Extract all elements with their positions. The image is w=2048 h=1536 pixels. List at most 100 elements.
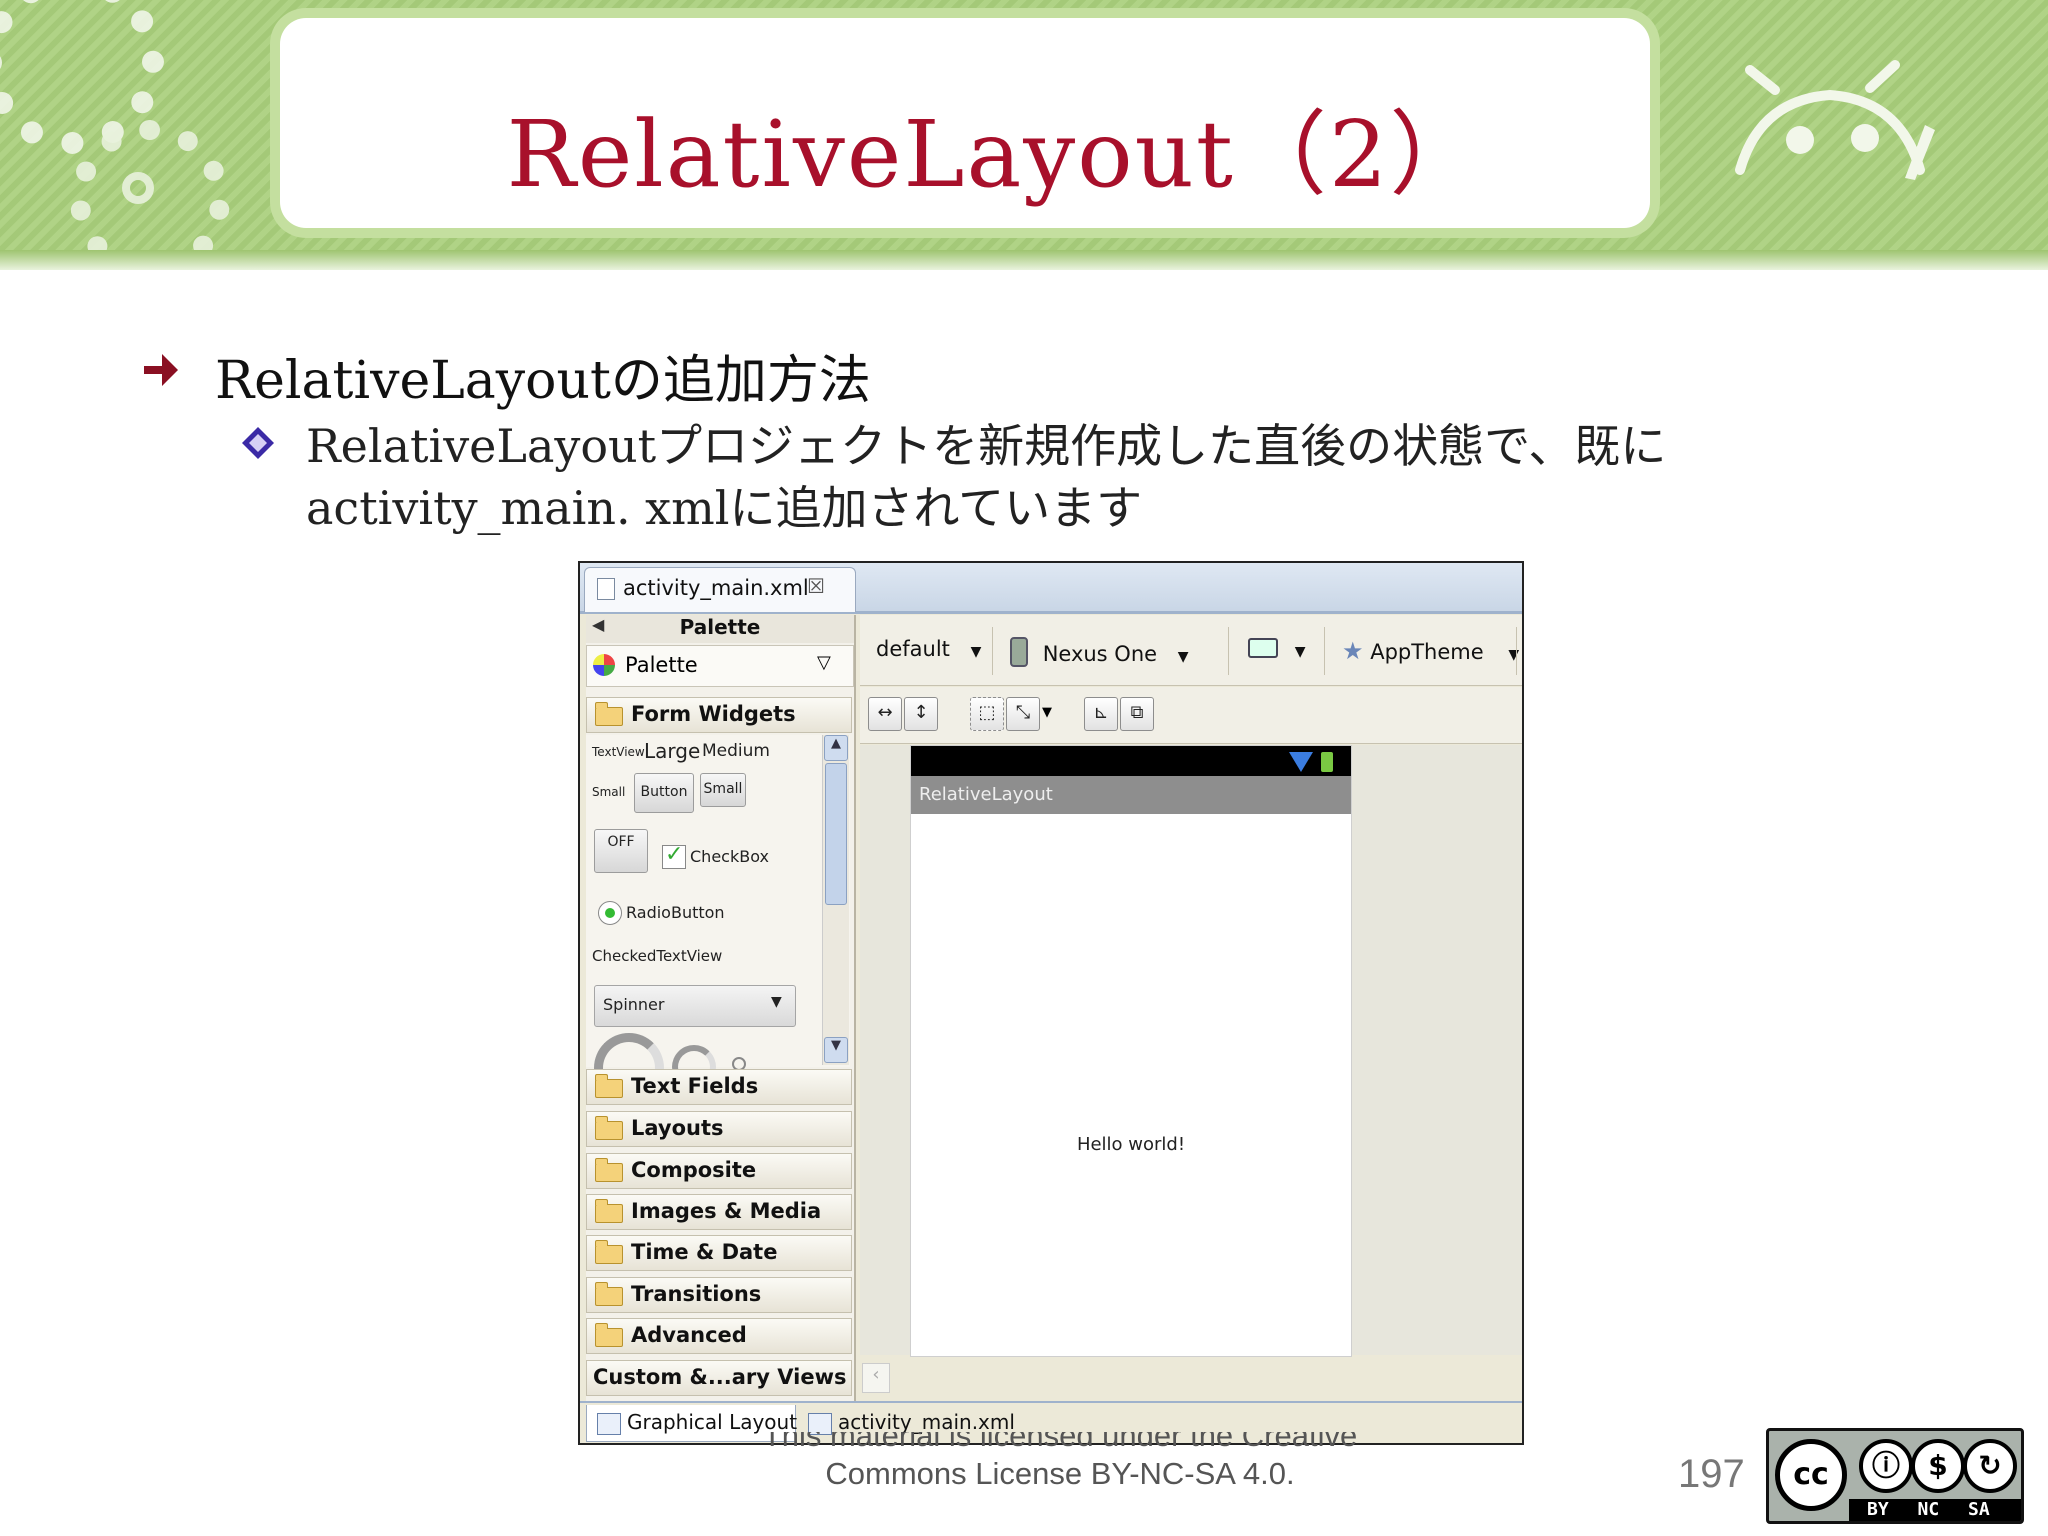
license-line1: This material is licensed under the Crea… — [762, 1432, 1358, 1453]
config-label: default — [876, 637, 950, 661]
toolbar-separator — [1228, 627, 1229, 675]
theme-dropdown[interactable]: ★ AppTheme ▼ — [1342, 637, 1519, 665]
widget-small-button[interactable]: Small — [700, 773, 746, 807]
close-icon[interactable]: ☒ — [807, 574, 825, 598]
chevron-left-icon[interactable]: ‹ — [862, 1363, 890, 1393]
open-folder-icon — [595, 702, 623, 726]
toolbar-separator — [992, 627, 993, 675]
category-custom-library-views[interactable]: Custom &...ary Views — [586, 1360, 852, 1396]
rotate-screen-icon — [1248, 638, 1278, 658]
chevron-down-icon: ▽ — [817, 652, 831, 673]
fill-width-icon[interactable]: ↔ — [868, 697, 902, 731]
spinner-label: Spinner — [603, 995, 665, 1014]
device-label: Nexus One — [1042, 642, 1158, 666]
category-advanced[interactable]: Advanced — [586, 1318, 852, 1354]
widget-toggle-button[interactable]: OFF — [594, 829, 648, 873]
widget-radiobutton[interactable]: RadioButton — [626, 903, 725, 922]
widget-textview[interactable]: TextView — [592, 745, 645, 759]
device-preview[interactable]: RelativeLayout Hello world! — [910, 745, 1352, 1357]
category-label: Layouts — [631, 1116, 724, 1140]
slide-header: RelativeLayout（2） — [0, 0, 2048, 270]
gravity-icon[interactable]: ⤡ — [1006, 697, 1040, 731]
wifi-icon — [1289, 752, 1313, 772]
toolbar-separator — [1324, 627, 1325, 675]
widget-large-text[interactable]: Large — [644, 739, 700, 763]
triangle-down-icon: ▼ — [970, 644, 982, 660]
widget-medium-text[interactable]: Medium — [702, 741, 770, 761]
widget-spinner[interactable]: Spinner ▼ — [594, 985, 796, 1027]
person-icon: ⓘ — [1859, 1439, 1913, 1493]
orientation-dropdown[interactable]: ▼ — [1248, 637, 1305, 661]
license-text: This material is licensed under the Crea… — [720, 1432, 1400, 1494]
widget-checkbox[interactable]: CheckBox — [690, 847, 769, 866]
bullet-level1-text: RelativeLayoutの追加方法 — [215, 351, 871, 411]
form-widgets-list: TextView Large Medium Small Button Small… — [586, 735, 850, 1103]
folder-icon — [595, 1074, 623, 1098]
category-layouts[interactable]: Layouts — [586, 1111, 852, 1147]
scroll-up-icon[interactable]: ▲ — [824, 735, 848, 761]
cc-terms: BY NC SA — [1849, 1499, 2021, 1521]
palette-icon — [593, 654, 615, 676]
category-form-widgets[interactable]: Form Widgets — [586, 697, 852, 733]
align-baseline-icon[interactable]: ⊾ — [1084, 697, 1118, 731]
triangle-down-icon[interactable]: ▼ — [1042, 705, 1052, 720]
xml-file-icon — [597, 578, 615, 600]
folder-icon — [595, 1158, 623, 1182]
bullet-level2-text: RelativeLayoutプロジェクトを新規作成した直後の状態で、既に act… — [306, 419, 1667, 535]
distribute-icon[interactable]: ⧉ — [1120, 697, 1154, 731]
triangle-down-icon: ▼ — [1177, 649, 1189, 665]
action-bar: RelativeLayout — [911, 776, 1351, 814]
palette-header-label: Palette — [679, 615, 761, 639]
scroll-down-icon[interactable]: ▼ — [824, 1037, 848, 1063]
license-line2: Commons License BY-NC-SA 4.0. — [825, 1456, 1295, 1491]
margins-icon[interactable]: ⬚ — [970, 697, 1004, 731]
config-toolbar: default ▼ Nexus One ▼ ▼ ★ AppTheme ▼ — [860, 615, 1522, 686]
layout-actions-toolbar: ↔ ↕ ⬚ ⤡ ▼ ⊾ ⧉ — [860, 687, 1522, 744]
slide-title: RelativeLayout（2） — [506, 101, 1484, 208]
design-canvas[interactable]: RelativeLayout Hello world! — [860, 745, 1522, 1357]
phone-icon — [1010, 637, 1028, 667]
toolbar-separator — [1516, 627, 1517, 675]
category-transitions[interactable]: Transitions — [586, 1277, 852, 1313]
fill-height-icon[interactable]: ↕ — [904, 697, 938, 731]
canvas-horizontal-scrollbar[interactable]: ‹ — [860, 1357, 1522, 1397]
tab-label: activity_main.xml — [838, 1410, 1015, 1434]
config-dropdown[interactable]: default ▼ — [876, 637, 981, 661]
editor-tab-activity-main[interactable]: activity_main.xml ☒ — [584, 567, 856, 612]
hello-world-textview[interactable]: Hello world! — [911, 1134, 1351, 1155]
folder-icon — [595, 1323, 623, 1347]
device-dropdown[interactable]: Nexus One ▼ — [1010, 637, 1189, 667]
palette-dropdown-label: Palette — [625, 653, 698, 677]
cc-logo-icon: cc — [1775, 1439, 1847, 1511]
widget-small-text[interactable]: Small — [592, 785, 625, 799]
layout-icon — [597, 1413, 621, 1435]
battery-icon — [1321, 752, 1333, 772]
radio-icon — [598, 901, 622, 925]
title-box: RelativeLayout（2） — [280, 18, 1650, 228]
folder-icon — [595, 1240, 623, 1264]
palette-dropdown[interactable]: Palette ▽ — [586, 645, 854, 687]
scroll-thumb[interactable] — [825, 763, 847, 905]
palette-scrollbar[interactable]: ▲ ▼ — [822, 735, 849, 1065]
category-label: Composite — [631, 1158, 757, 1182]
eclipse-screenshot: activity_main.xml ☒ ◀ Palette Palette ▽ … — [578, 561, 1524, 1445]
category-time-date[interactable]: Time & Date — [586, 1235, 852, 1271]
page-number: 197 — [1678, 1452, 1745, 1496]
category-composite[interactable]: Composite — [586, 1153, 852, 1189]
category-label: Form Widgets — [631, 702, 796, 726]
widget-checkedtextview[interactable]: CheckedTextView — [592, 947, 722, 965]
category-text-fields[interactable]: Text Fields — [586, 1069, 852, 1105]
star-icon: ★ — [1342, 637, 1364, 665]
category-images-media[interactable]: Images & Media — [586, 1194, 852, 1230]
editor-tab-label: activity_main.xml — [623, 576, 809, 600]
palette-panel: ◀ Palette Palette ▽ Form Widgets TextVie… — [586, 615, 856, 1401]
status-bar — [911, 746, 1351, 776]
diamond-bullet-icon — [242, 427, 274, 459]
widget-button[interactable]: Button — [634, 773, 694, 813]
category-label: Transitions — [631, 1282, 762, 1306]
collapse-left-icon[interactable]: ◀ — [592, 615, 604, 634]
category-label: Advanced — [631, 1323, 747, 1347]
triangle-down-icon: ▼ — [771, 994, 782, 1010]
tab-label: Graphical Layout — [627, 1410, 798, 1434]
triangle-down-icon: ▼ — [1508, 647, 1520, 663]
